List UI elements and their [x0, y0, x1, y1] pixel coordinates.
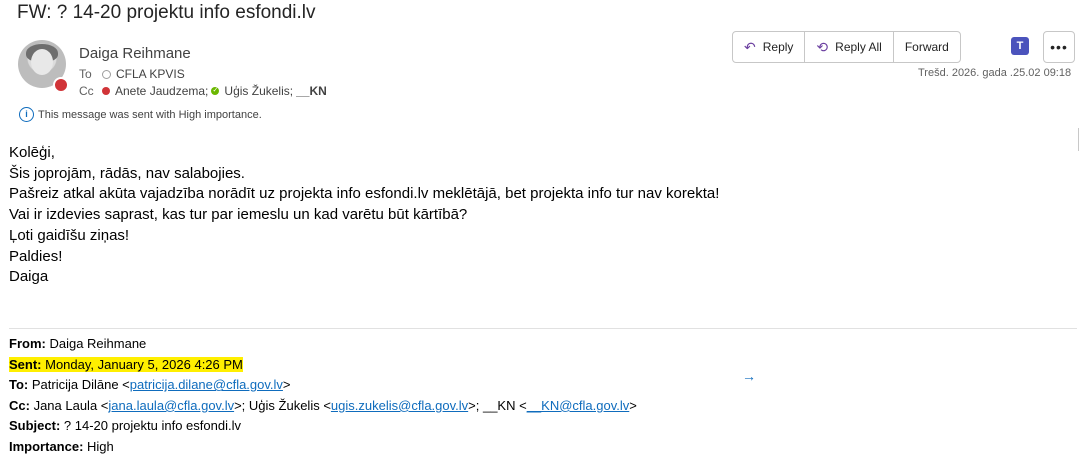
cc-recipient-anete[interactable]: Anete Jaudzema; — [115, 84, 208, 98]
body-line: Ļoti gaidīšu ziņas! — [9, 226, 130, 244]
presence-busy-icon — [53, 77, 69, 93]
cc-recipient-kn[interactable]: __KN — [296, 84, 327, 98]
forwarded-header: From: Daiga Reihmane Sent: Monday, Janua… — [9, 334, 637, 458]
importance-banner: i This message was sent with High import… — [19, 107, 262, 122]
email-link[interactable]: ugis.zukelis@cfla.gov.lv — [331, 398, 468, 413]
reply-all-button[interactable]: ⟲ Reply All — [805, 32, 894, 62]
presence-unknown-icon — [102, 69, 111, 79]
teams-button[interactable]: T — [1006, 31, 1034, 61]
sender-name[interactable]: Daiga Reihmane — [79, 45, 191, 62]
reply-label: Reply — [762, 40, 794, 54]
body-line: Daiga — [9, 268, 49, 286]
reply-all-icon: ⟲ — [816, 38, 829, 55]
email-link[interactable]: __KN@cfla.gov.lv — [527, 398, 630, 413]
info-icon: i — [19, 107, 34, 122]
reply-button[interactable]: ↶ Reply — [733, 32, 806, 62]
fwd-to-row: To: Patricija Dilāne <patricija.dilane@c… — [9, 377, 291, 393]
body-line: Vai ir izdevies saprast, kas tur par iem… — [9, 206, 468, 224]
received-date: Trešd. 2026. gada .25.02 09:18 — [918, 67, 1072, 79]
cc-label: Cc — [79, 84, 94, 98]
forward-label: Forward — [904, 40, 949, 54]
email-link[interactable]: patricija.dilane@cfla.gov.lv — [130, 377, 283, 392]
fwd-sent-row: Sent: Monday, January 5, 2026 4:26 PM — [9, 356, 243, 372]
fwd-cc-row: Cc: Jana Laula <jana.laula@cfla.gov.lv>;… — [9, 397, 637, 413]
presence-available-icon: ✓ — [211, 87, 220, 95]
more-actions-button[interactable]: ••• — [1043, 31, 1075, 63]
importance-text: This message was sent with High importan… — [38, 108, 262, 121]
body-line: Paldies! — [9, 247, 63, 265]
email-link[interactable]: jana.laula@cfla.gov.lv — [108, 398, 234, 413]
reply-icon: ↶ — [744, 38, 756, 55]
cc-recipient-ugis[interactable]: Uģis Žukelis; — [224, 84, 293, 98]
cc-row: Cc Anete Jaudzema; ✓ Uģis Žukelis; __KN — [79, 84, 327, 98]
forward-icon: → — [742, 368, 756, 384]
email-subject: FW: ? 14-20 projektu info esfondi.lv — [17, 2, 316, 23]
body-line: Šis joprojām, rādās, nav salabojies. — [9, 164, 245, 182]
forward-button[interactable]: → Forward — [742, 32, 960, 384]
body-line: Pašreiz atkal akūta vajadzība norādīt uz… — [9, 185, 720, 203]
teams-icon: T — [1011, 37, 1029, 55]
message-body: Kolēģi, Šis joprojām, rādās, nav salaboj… — [9, 143, 719, 288]
to-label: To — [79, 67, 92, 81]
divider — [9, 328, 1077, 329]
fwd-from-row: From: Daiga Reihmane — [9, 336, 147, 351]
fwd-subject-row: Subject: ? 14-20 projektu info esfondi.l… — [9, 418, 241, 434]
fwd-importance-row: Importance: High — [9, 438, 114, 454]
presence-busy-icon — [102, 87, 110, 95]
scrollbar[interactable] — [1078, 128, 1079, 151]
to-row: To CFLA KPVIS — [79, 67, 185, 81]
reply-actions: ↶ Reply ⟲ Reply All → Forward — [732, 31, 961, 384]
reply-all-label: Reply All — [835, 40, 882, 54]
to-recipient[interactable]: CFLA KPVIS — [116, 67, 185, 81]
body-line: Kolēģi, — [9, 144, 55, 161]
